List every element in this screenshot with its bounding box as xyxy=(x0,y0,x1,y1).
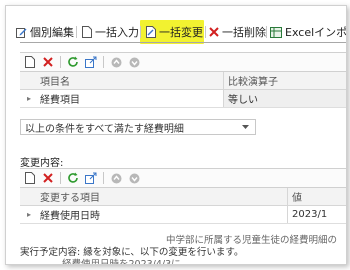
tab-excel-import[interactable]: Excelインポート xyxy=(270,24,347,40)
condition-grid: 項目名 比較演算子 ▸ 経費項目 等しい xyxy=(20,72,346,108)
toolbar-divider xyxy=(103,56,104,68)
document-edit-icon xyxy=(146,26,156,38)
column-header-operator[interactable]: 比較演算子 xyxy=(224,72,346,89)
cell-operator[interactable]: 等しい xyxy=(224,90,346,107)
condition-toolbar xyxy=(20,52,346,72)
edit-icon xyxy=(16,27,27,38)
new-document-icon[interactable] xyxy=(24,172,36,184)
tab-bulk-delete[interactable]: 一括削除 xyxy=(209,24,266,40)
new-document-icon[interactable] xyxy=(24,56,36,68)
export-icon[interactable] xyxy=(85,172,97,184)
tab-divider xyxy=(266,26,267,38)
tab-divider xyxy=(205,26,206,38)
tab-bulk-input[interactable]: 一括入力 xyxy=(82,24,139,40)
change-toolbar xyxy=(20,168,346,188)
column-header-item[interactable]: 項目名 xyxy=(38,72,224,89)
move-up-icon[interactable] xyxy=(110,56,122,68)
delete-x-icon[interactable] xyxy=(42,56,54,68)
tab-bulk-change[interactable]: 一括変更 xyxy=(146,24,203,40)
tab-label: Excelインポート xyxy=(285,26,347,39)
change-section-label: 変更内容: xyxy=(20,158,64,169)
delete-x-icon xyxy=(209,27,219,37)
refresh-icon[interactable] xyxy=(67,172,79,184)
toolbar-divider xyxy=(103,172,104,184)
condition-match-dropdown[interactable]: 以上の条件をすべて満たす経費明細 xyxy=(20,119,256,135)
move-up-icon[interactable] xyxy=(110,172,122,184)
toolbar-divider xyxy=(60,56,61,68)
dropdown-value: 以上の条件をすべて満たす経費明細 xyxy=(25,123,184,135)
refresh-icon[interactable] xyxy=(67,56,79,68)
delete-x-icon[interactable] xyxy=(42,172,54,184)
tab-individual-edit[interactable]: 個別編集 xyxy=(16,24,74,40)
tab-divider xyxy=(76,26,77,38)
change-panel: 変更する項目 値 ▸ 経費使用日時 2023/1 xyxy=(20,168,346,224)
condition-panel: 項目名 比較演算子 ▸ 経費項目 等しい xyxy=(20,52,346,108)
export-icon[interactable] xyxy=(85,56,97,68)
table-row[interactable]: ▸ 経費項目 等しい xyxy=(20,90,346,108)
chevron-down-icon xyxy=(242,125,249,129)
row-expand-arrow-icon[interactable]: ▸ xyxy=(20,210,38,219)
cell-value[interactable]: 2023/1 xyxy=(288,206,346,223)
column-header-item[interactable]: 変更する項目 xyxy=(38,188,288,205)
grid-header: 項目名 比較演算子 xyxy=(20,72,346,90)
tab-bar-border xyxy=(20,42,346,43)
grid-header: 変更する項目 値 xyxy=(20,188,346,206)
tab-label: 個別編集 xyxy=(30,26,74,39)
row-expand-arrow-icon[interactable]: ▸ xyxy=(20,94,38,103)
table-row[interactable]: ▸ 経費使用日時 2023/1 xyxy=(20,206,346,224)
bulk-edit-window: 個別編集 一括入力 一括変更 一括削除 Excelインポ 項目名 比較演算子 ▸… xyxy=(5,5,347,265)
toolbar-divider xyxy=(60,172,61,184)
tab-label: 一括入力 xyxy=(95,26,139,39)
execution-summary-line3: 経費使用日時を2023/4/3に xyxy=(62,259,181,265)
tab-label: 一括削除 xyxy=(222,26,266,39)
tab-divider xyxy=(140,26,141,38)
tab-bar: 個別編集 一括入力 一括変更 一括削除 Excelインポ xyxy=(6,6,347,44)
cell-item[interactable]: 経費使用日時 xyxy=(38,206,288,223)
excel-icon xyxy=(270,26,282,38)
move-down-icon[interactable] xyxy=(128,172,140,184)
move-down-icon[interactable] xyxy=(128,56,140,68)
column-header-value[interactable]: 値 xyxy=(288,188,346,205)
cell-item[interactable]: 経費項目 xyxy=(38,90,224,107)
document-icon xyxy=(82,26,92,38)
tab-label: 一括変更 xyxy=(159,26,203,39)
change-grid: 変更する項目 値 ▸ 経費使用日時 2023/1 xyxy=(20,188,346,224)
